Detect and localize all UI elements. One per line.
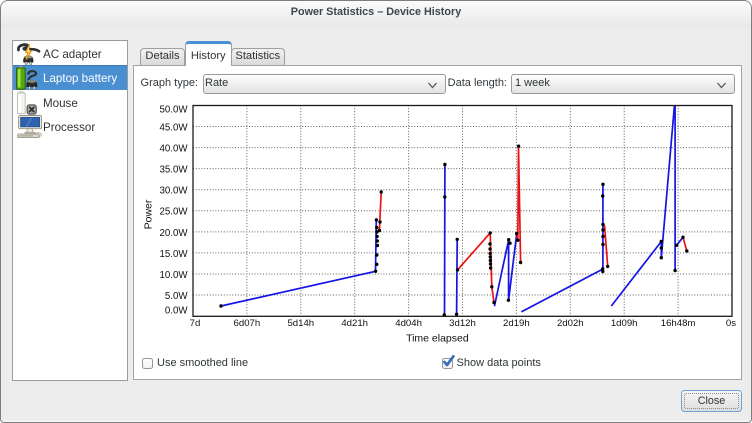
- svg-text:0.0W: 0.0W: [165, 305, 188, 316]
- svg-text:5.0W: 5.0W: [165, 291, 188, 302]
- svg-text:0s: 0s: [726, 318, 736, 329]
- svg-text:4d21h: 4d21h: [341, 318, 368, 329]
- svg-text:5d14h: 5d14h: [287, 318, 314, 329]
- svg-text:Time elapsed: Time elapsed: [406, 333, 469, 345]
- svg-text:45.0W: 45.0W: [160, 122, 189, 133]
- svg-text:1d09h: 1d09h: [611, 318, 638, 329]
- svg-text:35.0W: 35.0W: [160, 165, 189, 176]
- svg-text:50.0W: 50.0W: [160, 104, 189, 115]
- svg-text:2d19h: 2d19h: [503, 318, 530, 329]
- svg-text:15.0W: 15.0W: [160, 249, 189, 260]
- svg-text:3d12h: 3d12h: [449, 318, 476, 329]
- svg-text:6d07h: 6d07h: [234, 318, 261, 329]
- svg-text:7d: 7d: [190, 318, 201, 329]
- svg-text:2d02h: 2d02h: [557, 318, 584, 329]
- svg-text:40.0W: 40.0W: [160, 144, 189, 155]
- svg-text:25.0W: 25.0W: [160, 207, 189, 218]
- svg-text:30.0W: 30.0W: [160, 186, 189, 197]
- svg-text:Power: Power: [143, 199, 155, 229]
- svg-text:20.0W: 20.0W: [160, 228, 189, 239]
- svg-text:4d04h: 4d04h: [395, 318, 422, 329]
- svg-text:16h48m: 16h48m: [661, 318, 696, 329]
- svg-text:10.0W: 10.0W: [160, 270, 189, 281]
